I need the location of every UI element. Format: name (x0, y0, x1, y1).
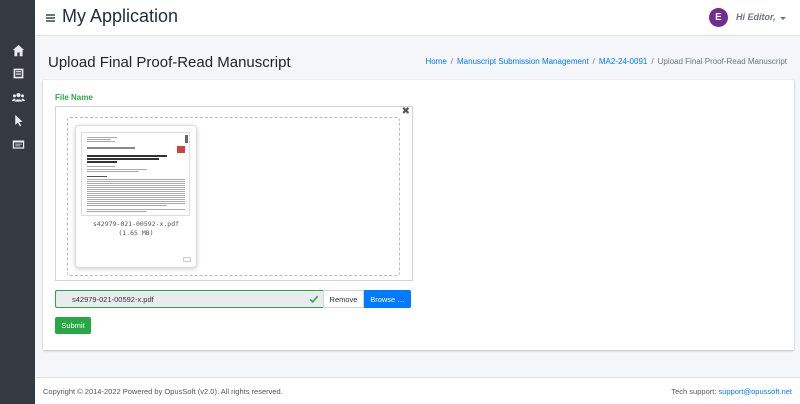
chevron-down-icon[interactable] (780, 17, 786, 20)
users-icon[interactable] (11, 90, 25, 104)
file-caption-text: s42979-021-00592-x.pdf (72, 295, 154, 304)
home-icon[interactable] (11, 43, 25, 57)
breadcrumb-record-link[interactable]: MA2-24-0091 (599, 57, 647, 66)
avatar[interactable]: E (709, 8, 728, 27)
app-title: My Application (62, 6, 179, 26)
breadcrumb-current: Upload Final Proof-Read Manuscript (657, 57, 787, 66)
breadcrumb-section-link[interactable]: Manuscript Submission Management (457, 57, 589, 66)
pdf-preview-image (81, 132, 190, 216)
remove-button[interactable]: Remove (323, 290, 364, 308)
top-navbar: My Application E Hi Editor, (35, 0, 800, 36)
page-title: Upload Final Proof-Read Manuscript (48, 54, 291, 71)
upload-card: File Name ✖ s42979-021-00592-x.pdf (1.65… (43, 80, 794, 350)
thumbnail-zoom-icon[interactable] (183, 257, 191, 262)
id-card-icon[interactable] (11, 137, 25, 151)
thumbnail-file-name: s42979-021-00592-x.pdf (92, 220, 180, 228)
support-label: Tech support: (671, 387, 717, 396)
file-thumbnail: s42979-021-00592-x.pdf (1.65 MB) (75, 125, 197, 268)
file-input-group: s42979-021-00592-x.pdf Remove Browse … (55, 290, 411, 308)
submit-button[interactable]: Submit (55, 317, 91, 334)
user-greeting[interactable]: Hi Editor, (736, 12, 776, 22)
breadcrumb: Home / Manuscript Submission Management … (425, 57, 787, 66)
close-icon[interactable]: ✖ (402, 107, 410, 117)
breadcrumb-home-link[interactable]: Home (425, 57, 446, 66)
file-drop-zone[interactable]: ✖ s42979-021-00592-x.pdf (1.65 MB) (55, 106, 413, 281)
copyright-text: Copyright © 2014-2022 Powered by OpusSof… (43, 387, 283, 396)
support-email-link[interactable]: support@opussoft.net (719, 387, 793, 396)
breadcrumb-separator: / (592, 57, 595, 66)
file-name-label: File Name (55, 93, 93, 102)
file-caption-field[interactable]: s42979-021-00592-x.pdf (55, 290, 323, 308)
pointer-icon[interactable] (11, 113, 25, 127)
book-icon[interactable] (11, 66, 25, 80)
footer: Copyright © 2014-2022 Powered by OpusSof… (35, 377, 800, 404)
breadcrumb-separator: / (450, 57, 454, 66)
tech-support: Tech support: support@opussoft.net (671, 387, 792, 396)
check-icon (309, 295, 319, 304)
browse-button[interactable]: Browse … (364, 290, 411, 308)
thumbnail-file-size: (1.65 MB) (118, 229, 154, 237)
breadcrumb-separator: / (651, 57, 654, 66)
menu-toggle-icon[interactable] (46, 14, 55, 22)
file-preview-area: s42979-021-00592-x.pdf (1.65 MB) (67, 117, 400, 276)
sidebar (0, 0, 35, 404)
